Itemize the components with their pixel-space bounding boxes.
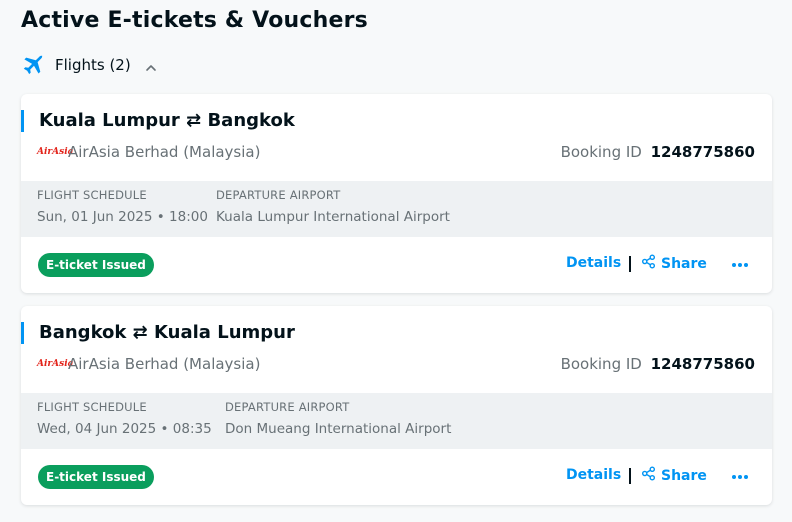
route-title: Kuala Lumpur ⇄ Bangkok bbox=[39, 110, 295, 131]
route-destination: Kuala Lumpur bbox=[154, 322, 295, 343]
airasia-logo: AirAsia bbox=[37, 147, 74, 157]
action-divider bbox=[629, 256, 631, 272]
booking-id: Booking ID 1248775860 bbox=[561, 143, 755, 161]
route-origin: Bangkok bbox=[39, 322, 127, 343]
departure-airport-header: DEPARTURE AIRPORT bbox=[216, 188, 341, 202]
more-options-icon[interactable] bbox=[729, 468, 751, 486]
page-title: Active E-tickets & Vouchers bbox=[21, 8, 368, 33]
booking-card: Bangkok ⇄ Kuala Lumpur AirAsia AirAsia B… bbox=[21, 306, 772, 505]
booking-id-label: Booking ID bbox=[560, 143, 642, 161]
share-icon bbox=[641, 466, 656, 485]
schedule-panel: FLIGHT SCHEDULE Wed, 04 Jun 2025 • 08:35… bbox=[21, 393, 772, 449]
airline-name: AirAsia Berhad (Malaysia) bbox=[68, 143, 261, 161]
card-accent-bar bbox=[21, 322, 24, 344]
flight-schedule-value: Wed, 04 Jun 2025 • 08:35 bbox=[37, 421, 212, 437]
flights-section-toggle[interactable]: Flights (2) bbox=[21, 52, 157, 78]
flight-schedule-value: Sun, 01 Jun 2025 • 18:00 bbox=[37, 209, 208, 225]
booking-id-value: 1248775860 bbox=[650, 355, 755, 373]
departure-airport-header: DEPARTURE AIRPORT bbox=[225, 400, 350, 414]
flight-schedule-header: FLIGHT SCHEDULE bbox=[37, 400, 147, 414]
flights-section-label: Flights (2) bbox=[55, 56, 131, 74]
booking-id: Booking ID 1248775860 bbox=[561, 355, 755, 373]
departure-airport-value: Don Mueang International Airport bbox=[225, 421, 452, 437]
chevron-up-icon[interactable] bbox=[145, 59, 157, 71]
airline-info: AirAsia AirAsia Berhad (Malaysia) bbox=[37, 143, 260, 161]
details-link[interactable]: Details bbox=[566, 467, 621, 483]
flight-schedule-header: FLIGHT SCHEDULE bbox=[37, 188, 147, 202]
status-badge: E-ticket Issued bbox=[38, 253, 154, 277]
airline-name: AirAsia Berhad (Malaysia) bbox=[68, 355, 261, 373]
action-divider bbox=[629, 468, 631, 484]
swap-arrows-icon: ⇄ bbox=[132, 322, 148, 343]
share-button[interactable]: Share bbox=[641, 466, 707, 485]
more-options-icon[interactable] bbox=[729, 256, 751, 274]
card-accent-bar bbox=[21, 110, 24, 132]
route-destination: Bangkok bbox=[207, 110, 295, 131]
swap-arrows-icon: ⇄ bbox=[186, 110, 202, 131]
airplane-icon bbox=[21, 53, 45, 77]
share-button[interactable]: Share bbox=[641, 254, 707, 273]
route-title: Bangkok ⇄ Kuala Lumpur bbox=[39, 322, 295, 343]
route-origin: Kuala Lumpur bbox=[39, 110, 180, 131]
booking-id-value: 1248775860 bbox=[650, 143, 755, 161]
booking-id-label: Booking ID bbox=[560, 355, 642, 373]
airasia-logo: AirAsia bbox=[37, 359, 74, 369]
schedule-panel: FLIGHT SCHEDULE Sun, 01 Jun 2025 • 18:00… bbox=[21, 181, 772, 237]
booking-card: Kuala Lumpur ⇄ Bangkok AirAsia AirAsia B… bbox=[21, 94, 772, 293]
status-badge: E-ticket Issued bbox=[38, 465, 154, 489]
share-icon bbox=[641, 254, 656, 273]
departure-airport-value: Kuala Lumpur International Airport bbox=[216, 209, 450, 225]
airline-info: AirAsia AirAsia Berhad (Malaysia) bbox=[37, 355, 260, 373]
details-link[interactable]: Details bbox=[566, 255, 621, 271]
share-label: Share bbox=[661, 255, 707, 272]
share-label: Share bbox=[661, 467, 707, 484]
